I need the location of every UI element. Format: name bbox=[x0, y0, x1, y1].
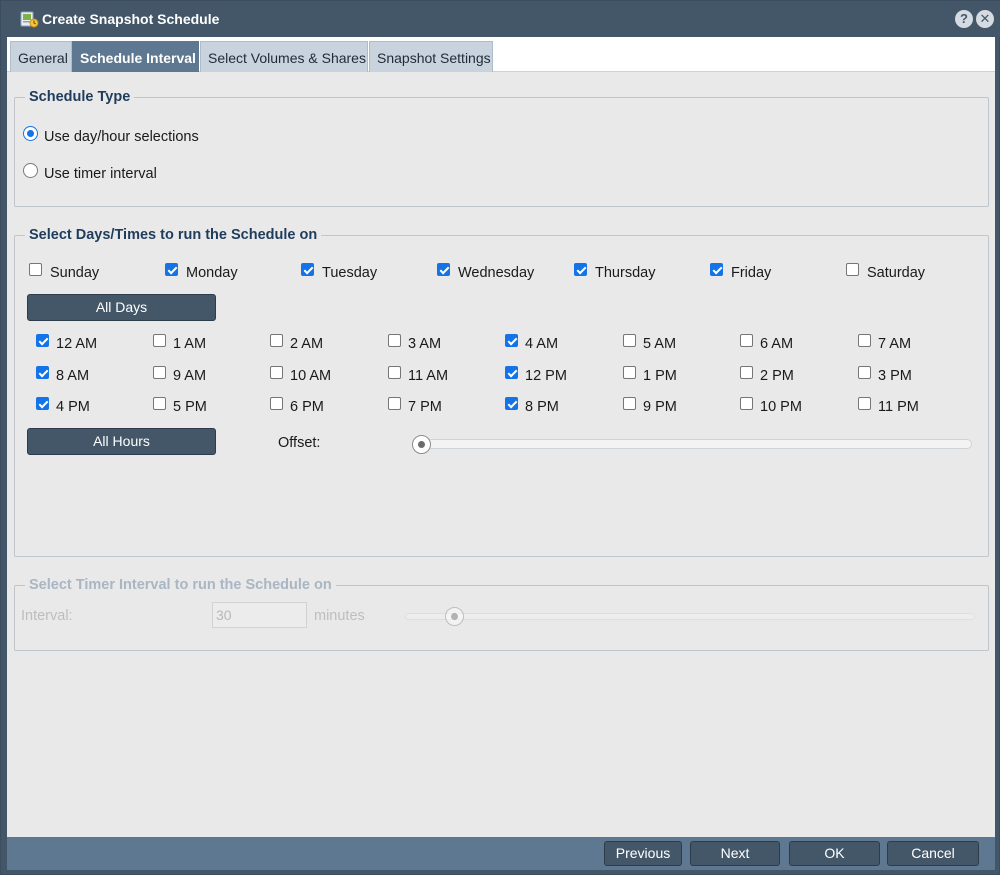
hour-checkbox-11-pm[interactable] bbox=[858, 397, 871, 410]
radio-day-hour-label[interactable]: Use day/hour selections bbox=[44, 129, 199, 145]
hour-checkbox-3-pm[interactable] bbox=[858, 366, 871, 379]
tab-select-volumes-shares[interactable]: Select Volumes & Shares bbox=[200, 41, 368, 72]
interval-input[interactable]: 30 bbox=[212, 602, 307, 628]
hour-checkbox-3-am[interactable] bbox=[388, 334, 401, 347]
hour-label-4-pm[interactable]: 4 PM bbox=[56, 399, 90, 415]
hour-checkbox-12-am[interactable] bbox=[36, 334, 49, 347]
hour-label-8-am[interactable]: 8 AM bbox=[56, 368, 89, 384]
hour-checkbox-7-pm[interactable] bbox=[388, 397, 401, 410]
day-checkbox-sunday[interactable] bbox=[29, 263, 42, 276]
days-times-legend: Select Days/Times to run the Schedule on bbox=[29, 227, 318, 243]
hour-label-2-pm[interactable]: 2 PM bbox=[760, 368, 794, 384]
tab-general[interactable]: General bbox=[10, 41, 72, 72]
hour-label-10-pm[interactable]: 10 PM bbox=[760, 399, 802, 415]
hour-label-3-pm[interactable]: 3 PM bbox=[878, 368, 912, 384]
hour-label-2-am[interactable]: 2 AM bbox=[290, 336, 323, 352]
interval-slider-thumb[interactable] bbox=[445, 607, 464, 626]
next-button[interactable]: Next bbox=[690, 841, 780, 866]
day-label-monday[interactable]: Monday bbox=[186, 265, 238, 281]
dialog-window: Create Snapshot Schedule ? ✕ General Sch… bbox=[0, 0, 1000, 875]
interval-label: Interval: bbox=[21, 608, 73, 624]
tab-schedule-interval[interactable]: Schedule Interval bbox=[72, 41, 199, 72]
hour-label-4-am[interactable]: 4 AM bbox=[525, 336, 558, 352]
day-checkbox-tuesday[interactable] bbox=[301, 263, 314, 276]
snapshot-schedule-icon bbox=[19, 9, 39, 29]
close-icon[interactable]: ✕ bbox=[976, 10, 994, 28]
tab-strip: General Schedule Interval Select Volumes… bbox=[7, 37, 995, 72]
all-days-button[interactable]: All Days bbox=[27, 294, 216, 321]
day-label-tuesday[interactable]: Tuesday bbox=[322, 265, 377, 281]
interval-slider-track[interactable] bbox=[405, 613, 975, 620]
hour-label-5-pm[interactable]: 5 PM bbox=[173, 399, 207, 415]
hour-checkbox-6-am[interactable] bbox=[740, 334, 753, 347]
hour-checkbox-8-am[interactable] bbox=[36, 366, 49, 379]
hour-checkbox-8-pm[interactable] bbox=[505, 397, 518, 410]
day-checkbox-monday[interactable] bbox=[165, 263, 178, 276]
hour-label-9-pm[interactable]: 9 PM bbox=[643, 399, 677, 415]
help-icon[interactable]: ? bbox=[955, 10, 973, 28]
hour-label-7-pm[interactable]: 7 PM bbox=[408, 399, 442, 415]
day-label-thursday[interactable]: Thursday bbox=[595, 265, 655, 281]
hour-checkbox-10-am[interactable] bbox=[270, 366, 283, 379]
cancel-button[interactable]: Cancel bbox=[887, 841, 979, 866]
hour-checkbox-5-am[interactable] bbox=[623, 334, 636, 347]
hour-checkbox-9-am[interactable] bbox=[153, 366, 166, 379]
schedule-type-legend: Schedule Type bbox=[29, 89, 131, 105]
day-label-friday[interactable]: Friday bbox=[731, 265, 771, 281]
hour-label-1-am[interactable]: 1 AM bbox=[173, 336, 206, 352]
offset-label: Offset: bbox=[278, 435, 321, 451]
title-bar[interactable]: Create Snapshot Schedule ? ✕ bbox=[1, 1, 1000, 37]
day-checkbox-friday[interactable] bbox=[710, 263, 723, 276]
timer-interval-legend: Select Timer Interval to run the Schedul… bbox=[29, 577, 332, 593]
day-label-sunday[interactable]: Sunday bbox=[50, 265, 99, 281]
day-checkbox-wednesday[interactable] bbox=[437, 263, 450, 276]
hour-label-1-pm[interactable]: 1 PM bbox=[643, 368, 677, 384]
hour-label-8-pm[interactable]: 8 PM bbox=[525, 399, 559, 415]
offset-slider-track[interactable] bbox=[412, 439, 972, 449]
previous-button[interactable]: Previous bbox=[604, 841, 682, 866]
interval-units-label: minutes bbox=[314, 608, 365, 624]
hour-label-7-am[interactable]: 7 AM bbox=[878, 336, 911, 352]
day-checkbox-saturday[interactable] bbox=[846, 263, 859, 276]
hour-label-6-am[interactable]: 6 AM bbox=[760, 336, 793, 352]
hour-label-5-am[interactable]: 5 AM bbox=[643, 336, 676, 352]
hour-label-6-pm[interactable]: 6 PM bbox=[290, 399, 324, 415]
hour-label-9-am[interactable]: 9 AM bbox=[173, 368, 206, 384]
hour-checkbox-7-am[interactable] bbox=[858, 334, 871, 347]
hour-checkbox-1-pm[interactable] bbox=[623, 366, 636, 379]
radio-day-hour-selections[interactable] bbox=[23, 126, 38, 141]
hour-label-12-am[interactable]: 12 AM bbox=[56, 336, 97, 352]
hour-checkbox-6-pm[interactable] bbox=[270, 397, 283, 410]
hour-label-11-pm[interactable]: 11 PM bbox=[878, 399, 919, 415]
radio-timer-interval-label[interactable]: Use timer interval bbox=[44, 166, 157, 182]
offset-slider-thumb[interactable] bbox=[412, 435, 431, 454]
radio-timer-interval[interactable] bbox=[23, 163, 38, 178]
hour-checkbox-1-am[interactable] bbox=[153, 334, 166, 347]
schedule-type-group: Schedule Type bbox=[14, 89, 989, 207]
day-label-wednesday[interactable]: Wednesday bbox=[458, 265, 534, 281]
hour-label-12-pm[interactable]: 12 PM bbox=[525, 368, 567, 384]
hour-checkbox-9-pm[interactable] bbox=[623, 397, 636, 410]
hour-checkbox-2-am[interactable] bbox=[270, 334, 283, 347]
hour-checkbox-5-pm[interactable] bbox=[153, 397, 166, 410]
footer-bar: Previous Next OK Cancel bbox=[7, 837, 995, 870]
ok-button[interactable]: OK bbox=[789, 841, 880, 866]
hour-checkbox-4-pm[interactable] bbox=[36, 397, 49, 410]
hour-checkbox-2-pm[interactable] bbox=[740, 366, 753, 379]
dialog-body: General Schedule Interval Select Volumes… bbox=[7, 37, 995, 837]
day-label-saturday[interactable]: Saturday bbox=[867, 265, 925, 281]
hour-label-11-am[interactable]: 11 AM bbox=[408, 368, 448, 384]
hour-label-3-am[interactable]: 3 AM bbox=[408, 336, 441, 352]
hour-checkbox-12-pm[interactable] bbox=[505, 366, 518, 379]
hour-checkbox-4-am[interactable] bbox=[505, 334, 518, 347]
dialog-title: Create Snapshot Schedule bbox=[42, 11, 220, 27]
hour-checkbox-10-pm[interactable] bbox=[740, 397, 753, 410]
hour-label-10-am[interactable]: 10 AM bbox=[290, 368, 331, 384]
day-checkbox-thursday[interactable] bbox=[574, 263, 587, 276]
tab-snapshot-settings[interactable]: Snapshot Settings bbox=[369, 41, 493, 72]
all-hours-button[interactable]: All Hours bbox=[27, 428, 216, 455]
hour-checkbox-11-am[interactable] bbox=[388, 366, 401, 379]
